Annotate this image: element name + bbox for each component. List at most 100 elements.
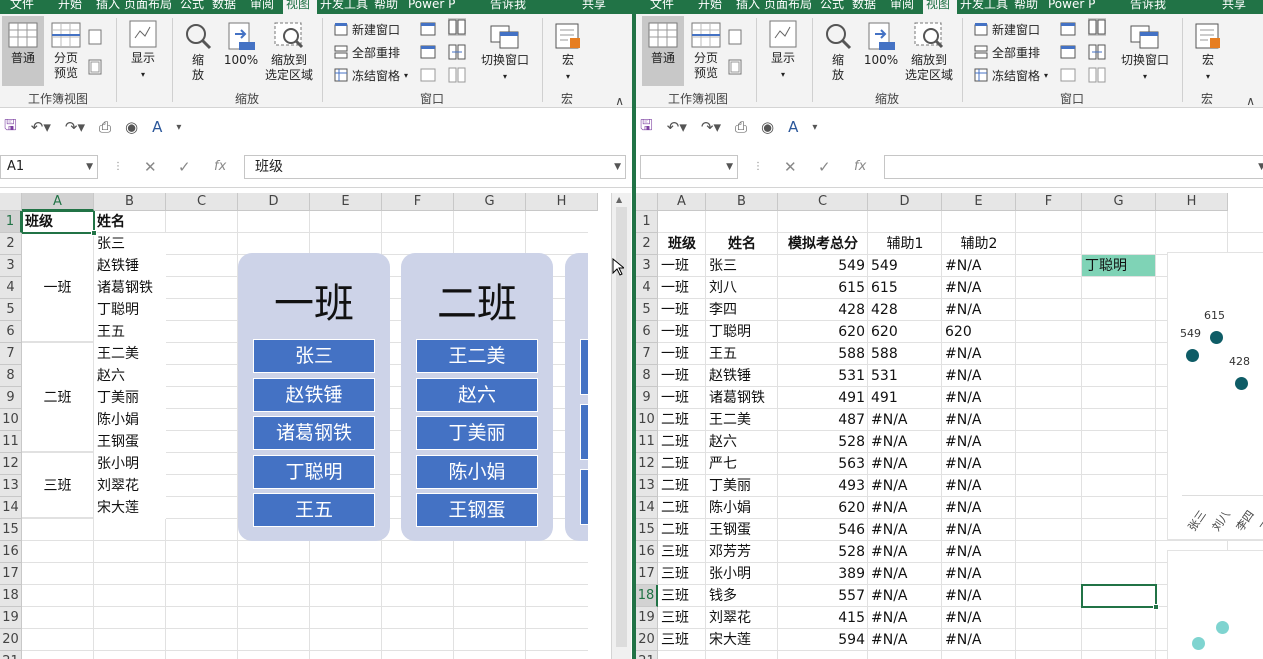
scatter-chart[interactable]: 549 615 428 张三 刘八 李四丁 xyxy=(1168,253,1263,539)
data-cell[interactable]: 李四 xyxy=(706,299,778,321)
data-cell[interactable]: 二班 xyxy=(658,431,706,453)
row-header[interactable]: 17 xyxy=(0,563,22,585)
row-header[interactable]: 17 xyxy=(636,563,658,585)
header-cell[interactable]: 辅助1 xyxy=(868,233,942,255)
hide-window-button[interactable] xyxy=(420,43,436,61)
header-cell[interactable]: 班级 xyxy=(658,233,706,255)
row-header[interactable]: 18 xyxy=(0,585,22,607)
data-cell[interactable]: 王二美 xyxy=(706,409,778,431)
data-cell[interactable]: #N/A xyxy=(942,541,1016,563)
row-header[interactable]: 6 xyxy=(0,321,22,343)
data-cell[interactable]: 594 xyxy=(778,629,868,651)
page-break-preview-button[interactable]: 分页 预览 xyxy=(46,16,86,86)
row-header[interactable]: 18 xyxy=(636,585,658,607)
row-header[interactable]: 8 xyxy=(636,365,658,387)
data-cell[interactable]: 丁聪明 xyxy=(706,321,778,343)
cell-name[interactable]: 陈小娟 xyxy=(94,409,166,431)
chart-point[interactable] xyxy=(1235,377,1248,390)
row-header[interactable]: 19 xyxy=(0,607,22,629)
column-header[interactable]: E xyxy=(310,193,382,211)
data-cell[interactable]: 钱多 xyxy=(706,585,778,607)
data-cell[interactable]: 张三 xyxy=(706,255,778,277)
column-header[interactable]: H xyxy=(526,193,598,211)
column-header[interactable]: G xyxy=(454,193,526,211)
page-layout-view-button-right[interactable] xyxy=(728,28,742,46)
row-header[interactable]: 6 xyxy=(636,321,658,343)
data-cell[interactable]: #N/A xyxy=(942,299,1016,321)
sync-scroll-button[interactable] xyxy=(448,43,466,61)
data-cell[interactable]: #N/A xyxy=(868,431,942,453)
column-header[interactable]: B xyxy=(94,193,166,211)
student-name-button[interactable]: 丁聪明 xyxy=(253,454,375,489)
cell-name[interactable]: 王钢蛋 xyxy=(94,431,166,453)
formula-input-right[interactable]: ▼ xyxy=(884,155,1263,179)
zoom-100-button-right[interactable]: 100% xyxy=(860,16,902,86)
tab-home-right[interactable]: 开始 xyxy=(698,0,722,14)
data-cell[interactable]: #N/A xyxy=(868,607,942,629)
row-header[interactable]: 8 xyxy=(0,365,22,387)
tab-developer[interactable]: 开发工具 xyxy=(320,0,368,14)
data-cell[interactable]: 620 xyxy=(778,321,868,343)
data-cell[interactable]: 王五 xyxy=(706,343,778,365)
cell-B1[interactable]: 姓名 xyxy=(94,211,166,233)
tab-page-layout[interactable]: 页面布局 xyxy=(124,0,172,14)
cell-name[interactable]: 刘翠花 xyxy=(94,475,166,497)
column-header[interactable]: F xyxy=(382,193,454,211)
tab-review[interactable]: 审阅 xyxy=(250,0,274,14)
data-cell[interactable]: #N/A xyxy=(942,409,1016,431)
scatter-chart-2[interactable] xyxy=(1168,551,1263,659)
column-header[interactable]: C xyxy=(166,193,238,211)
data-cell[interactable]: #N/A xyxy=(942,475,1016,497)
cell-name[interactable]: 张三 xyxy=(94,233,166,255)
arrange-all-button[interactable]: 全部重排 xyxy=(334,43,400,61)
data-cell[interactable]: #N/A xyxy=(942,365,1016,387)
row-header[interactable]: 3 xyxy=(636,255,658,277)
data-cell[interactable]: #N/A xyxy=(868,541,942,563)
column-header[interactable]: E xyxy=(942,193,1016,211)
data-cell[interactable]: 563 xyxy=(778,453,868,475)
data-cell[interactable]: 二班 xyxy=(658,409,706,431)
data-cell[interactable]: 一班 xyxy=(658,343,706,365)
data-cell[interactable]: #N/A xyxy=(868,629,942,651)
data-cell[interactable]: 三班 xyxy=(658,585,706,607)
chart-point[interactable] xyxy=(1216,621,1229,634)
print-preview-icon[interactable]: ⎙ xyxy=(99,118,111,136)
student-name-button[interactable]: 赵铁锤 xyxy=(253,377,375,412)
tab-review-right[interactable]: 审阅 xyxy=(890,0,914,14)
data-cell[interactable]: 一班 xyxy=(658,277,706,299)
student-name-button[interactable] xyxy=(580,469,588,525)
data-cell[interactable]: 493 xyxy=(778,475,868,497)
split-button[interactable] xyxy=(420,20,436,38)
data-cell[interactable]: 二班 xyxy=(658,453,706,475)
cell-name[interactable]: 王二美 xyxy=(94,343,166,365)
select-all-corner-right[interactable] xyxy=(636,193,658,211)
collapse-ribbon-icon-right[interactable]: ∧ xyxy=(1246,94,1255,108)
switch-window-button[interactable]: 切换窗口 ▾ xyxy=(478,16,532,86)
data-cell[interactable]: #N/A xyxy=(868,409,942,431)
data-cell[interactable]: 428 xyxy=(778,299,868,321)
tab-data-right[interactable]: 数据 xyxy=(852,0,876,14)
column-header[interactable]: H xyxy=(1156,193,1228,211)
header-cell[interactable]: 辅助2 xyxy=(942,233,1016,255)
tab-file-right[interactable]: 文件 xyxy=(650,0,674,14)
student-name-button[interactable] xyxy=(580,404,588,460)
merged-class-cell[interactable]: 二班 xyxy=(22,343,93,452)
row-header[interactable]: 15 xyxy=(636,519,658,541)
tab-view-right[interactable]: 视图 xyxy=(923,0,957,14)
row-header[interactable]: 12 xyxy=(636,453,658,475)
tab-help[interactable]: 帮助 xyxy=(374,0,398,14)
data-cell[interactable]: 三班 xyxy=(658,541,706,563)
row-header[interactable]: 4 xyxy=(636,277,658,299)
row-header[interactable]: 16 xyxy=(0,541,22,563)
cell-area-right[interactable]: 班级 姓名 模拟考总分 辅助1 辅助2 一班 张三 549 549 #N/A 一班 刘八 615 615 #… xyxy=(658,211,1263,659)
student-name-button[interactable]: 赵六 xyxy=(416,377,538,412)
data-cell[interactable]: #N/A xyxy=(942,387,1016,409)
redo-icon[interactable]: ↷▾ xyxy=(65,118,85,136)
row-header[interactable]: 12 xyxy=(0,453,22,475)
row-header[interactable]: 11 xyxy=(0,431,22,453)
unhide-window-button-right[interactable] xyxy=(1060,66,1076,84)
macros-button[interactable]: 宏 ▾ xyxy=(550,16,586,86)
page-break-preview-button-right[interactable]: 分页 预览 xyxy=(686,16,726,86)
zoom-button[interactable]: 缩放 xyxy=(180,16,216,86)
row-header[interactable]: 4 xyxy=(0,277,22,299)
